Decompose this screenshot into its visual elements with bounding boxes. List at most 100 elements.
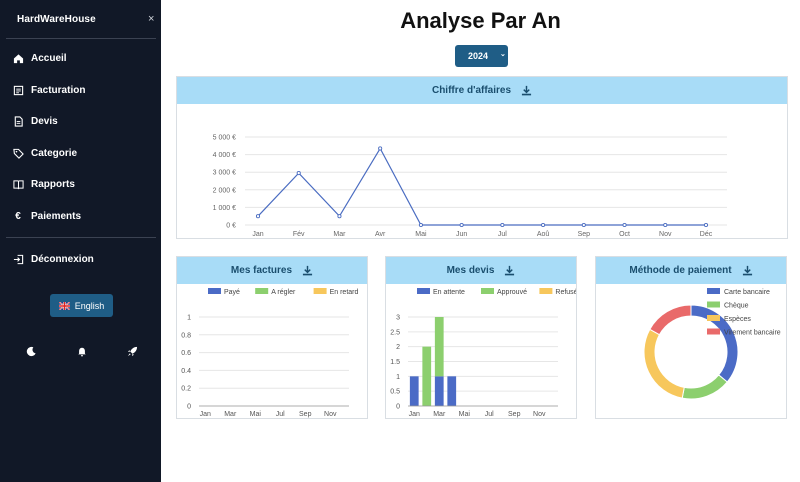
doughnut-slice [643,328,685,399]
y-tick-label: 0.2 [181,386,191,393]
y-tick-label: 0.4 [181,368,191,375]
sidebar-item-label: Devis [31,115,58,127]
x-tick-label: Mai [415,231,427,238]
data-point [703,222,709,228]
x-tick-label: Avr [375,231,386,238]
legend-swatch [481,288,494,294]
language-label: English [74,300,105,311]
x-tick-label: Mai [250,411,262,418]
data-point [541,222,546,228]
data-point [337,214,342,219]
x-tick-label: Jul [276,411,285,418]
chevron-down-icon: ⌄ [500,51,506,58]
legend-swatch [417,288,430,294]
rocket-icon[interactable] [125,344,139,358]
legend-swatch [707,288,720,294]
y-tick-label: 1 000 € [213,205,236,212]
legend-label: Approuvé [497,289,527,296]
y-tick-label: 0 € [226,223,236,230]
doughnut-slice [681,374,728,400]
data-point [500,222,505,228]
close-sidebar-button[interactable]: × [148,13,154,25]
bar [409,376,419,406]
x-tick-label: Mar [333,231,346,238]
y-tick-label: 1 [396,374,400,381]
quotes-bar-chart: En attente Approuvé Refusé 0 0.5 1 1.5 2 2.5 3 Jan… [390,288,576,418]
bell-icon[interactable] [75,344,89,358]
brand-name: HardWareHouse [17,14,96,25]
y-tick-label: 5 000 € [213,135,236,142]
invoices-card: Mes factures Payé A régler En retard 0 0.2 0.… [176,256,368,419]
sidebar-item-label: Paiements [31,210,82,222]
legend-swatch [208,288,221,294]
x-tick-label: Nov [659,231,672,238]
payment-method-card: Méthode de paiement Carte bancaire Chèque… [595,256,787,419]
data-point [296,171,301,176]
x-tick-label: Sep [299,411,312,418]
x-tick-label: Déc [700,231,713,238]
logout-button[interactable]: Déconnexion [0,248,161,270]
legend-label: Virement bancaire [724,330,781,337]
moon-icon[interactable] [24,344,38,358]
y-tick-label: 0 [187,404,191,411]
x-tick-label: Fév [293,231,305,238]
y-tick-label: 0 [396,404,400,411]
sidebar-item-accueil[interactable]: Accueil [0,47,161,69]
legend-label: A régler [271,289,296,296]
y-tick-label: 3 000 € [213,170,236,177]
legend-label: Chèque [724,303,749,310]
sidebar-divider [6,38,156,39]
y-tick-label: 0.5 [390,389,400,396]
sidebar-item-categorie[interactable]: Categorie [0,142,161,164]
sidebar-item-label: Rapports [31,178,75,190]
year-select[interactable]: 2024 ⌄ [455,45,508,67]
tag-icon [12,147,24,159]
legend-label: En retard [330,289,359,296]
x-tick-label: Sep [508,411,521,418]
y-tick-label: 1 [187,315,191,322]
sidebar-item-label: Facturation [31,84,86,96]
invoices-bar-chart: Payé A régler En retard 0 0.2 0.4 0.6 0.8 1 Jan Ma… [181,288,359,418]
data-point [255,214,261,219]
revenue-card: Chiffre d'affaires 0 €1 000 €2 000 €3 00… [176,76,788,239]
sidebar-item-devis[interactable]: Devis [0,110,161,132]
logout-label: Déconnexion [31,253,94,265]
y-tick-label: 0.6 [181,350,191,357]
language-button[interactable]: English [50,294,113,317]
sidebar-item-label: Accueil [31,52,67,64]
legend-label: Carte bancaire [724,289,770,296]
x-tick-label: Jan [252,231,263,238]
revenue-series-line [257,147,706,226]
home-icon [12,52,24,64]
legend-label: Refusé [555,289,576,296]
x-tick-label: Nov [533,411,546,418]
y-tick-label: 1.5 [390,359,400,366]
legend-label: Payé [224,289,240,296]
x-tick-label: Sep [578,231,591,238]
x-tick-label: Jul [485,411,494,418]
data-point [581,222,586,228]
payment-doughnut-chart: Carte bancaire Chèque Espèces Virement banc… [643,288,781,400]
data-point [418,222,423,228]
data-point [459,222,464,228]
y-tick-label: 3 [396,315,400,322]
x-tick-label: Mar [433,411,446,418]
sidebar: HardWareHouse × Accueil Facturation Devi… [0,0,161,482]
data-point [378,146,383,151]
legend-swatch [255,288,269,294]
bar [422,346,432,406]
y-tick-label: 2.5 [390,329,400,336]
legend-label: Espèces [724,316,751,323]
sidebar-item-rapports[interactable]: Rapports [0,173,161,195]
x-tick-label: Nov [324,411,337,418]
x-tick-label: Jun [456,231,467,238]
y-tick-label: 4 000 € [213,152,236,159]
page-title: Analyse Par An [400,8,561,33]
doughnut-slice [649,304,692,336]
x-tick-label: Oct [619,231,630,238]
sidebar-item-facturation[interactable]: Facturation [0,79,161,101]
logout-icon [12,253,24,265]
year-select-value: 2024 [468,51,489,61]
quotes-card: Mes devis En attente Approuvé Refusé 0 0.5 1 1… [385,256,577,419]
sidebar-item-paiements[interactable]: € Paiements [0,205,161,227]
